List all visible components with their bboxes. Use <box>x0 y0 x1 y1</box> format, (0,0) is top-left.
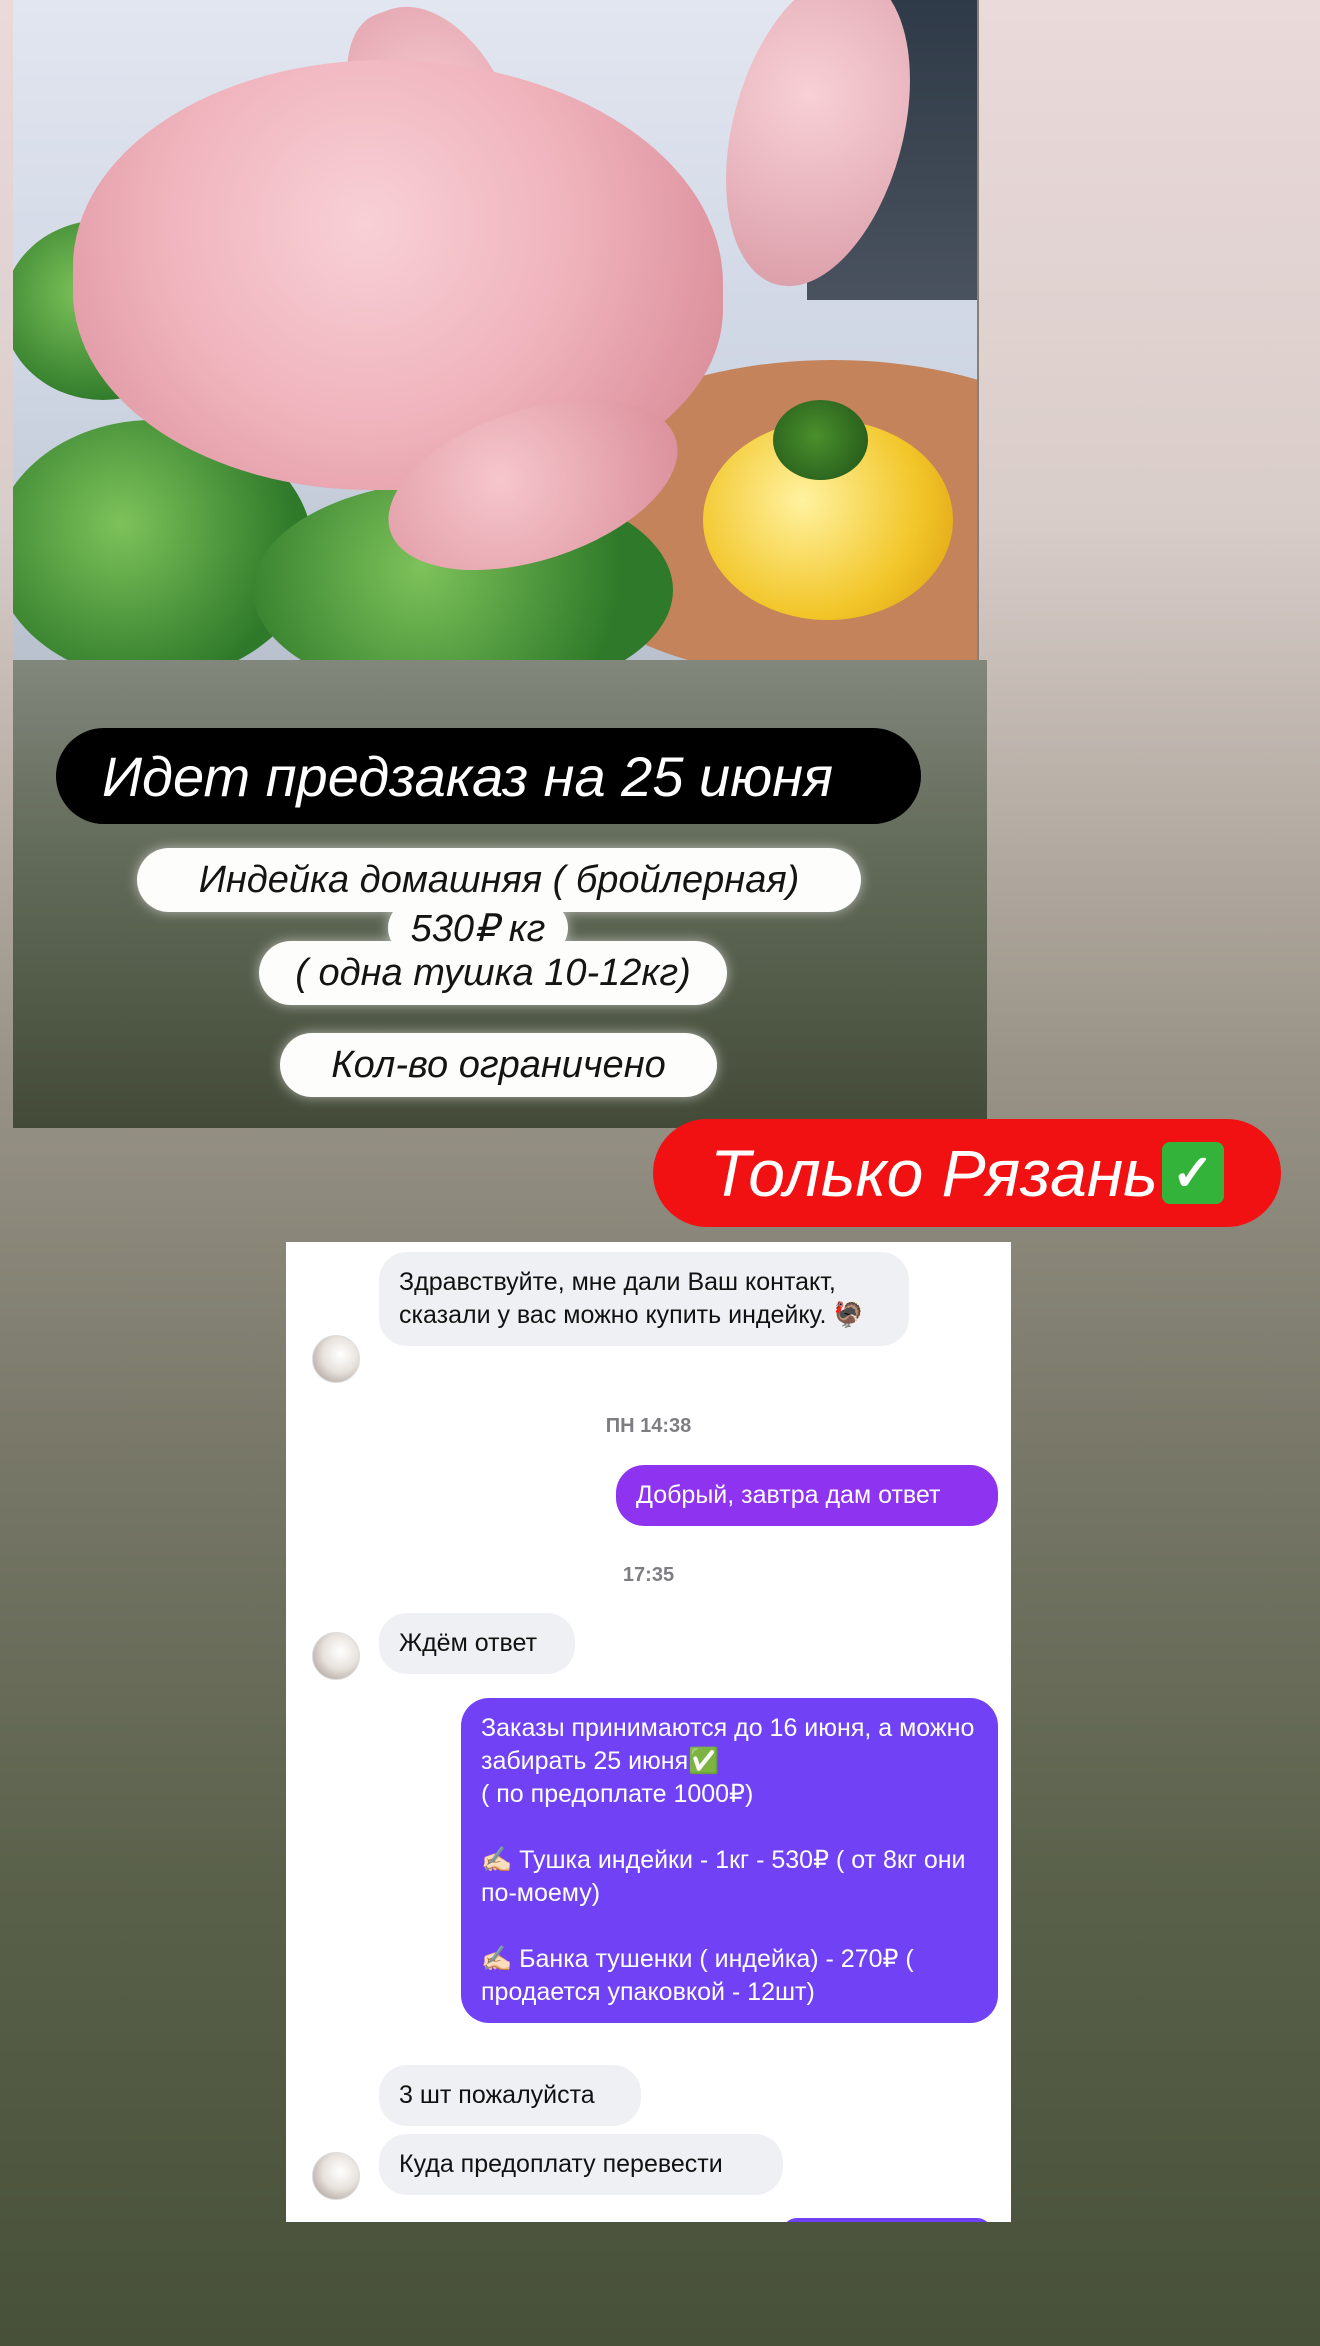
weight-text: ( одна тушка 10-12кг) <box>295 951 691 994</box>
product-name-text: Индейка домашняя ( бройлерная) <box>198 858 800 901</box>
message-text: 3 шт пожалуйста <box>399 2081 595 2109</box>
message-text: Куда предоплату перевести <box>399 2150 723 2178</box>
outgoing-message[interactable]: Добрый, завтра дам ответ <box>616 1465 998 1526</box>
limited-pill: Кол-во ограничено <box>280 1033 717 1097</box>
outgoing-message-partial <box>782 2218 992 2222</box>
message-text: Заказы принимаются до 16 июня, а можно з… <box>481 1714 975 2006</box>
message-text: Ждём ответ <box>399 1629 538 1657</box>
price-pill: 530₽ кг <box>388 900 568 956</box>
contact-avatar <box>312 2152 360 2200</box>
preorder-title: Идет предзаказ на 25 июня <box>56 728 921 824</box>
price-text: 530₽ кг <box>410 907 546 950</box>
timestamp: ПН 14:38 <box>605 1415 692 1437</box>
outgoing-message[interactable]: Заказы принимаются до 16 июня, а можно з… <box>461 1698 998 2023</box>
incoming-message[interactable]: Здравствуйте, мне дали Ваш контакт, сказ… <box>379 1252 909 1346</box>
region-text: Только Рязань <box>710 1136 1158 1210</box>
region-pill: Только Рязань ✓ <box>653 1119 1281 1227</box>
parsley <box>773 400 868 480</box>
preorder-title-text: Идет предзаказ на 25 июня <box>102 744 834 808</box>
message-text: Здравствуйте, мне дали Ваш контакт, сказ… <box>399 1268 865 1329</box>
incoming-message[interactable]: Ждём ответ <box>379 1613 575 1674</box>
incoming-message[interactable]: 3 шт пожалуйста <box>379 2065 641 2126</box>
contact-avatar <box>312 1335 360 1383</box>
limited-text: Кол-во ограничено <box>331 1043 666 1086</box>
message-text: Добрый, завтра дам ответ <box>636 1481 941 1509</box>
chat-screenshot: Здравствуйте, мне дали Ваш контакт, сказ… <box>286 1242 1011 2222</box>
timestamp: 17:35 <box>622 1564 675 1586</box>
contact-avatar <box>312 1632 360 1680</box>
check-mark-button-icon: ✓ <box>1161 1142 1224 1204</box>
turkey-photo <box>13 0 979 662</box>
incoming-message[interactable]: Куда предоплату перевести <box>379 2134 783 2195</box>
